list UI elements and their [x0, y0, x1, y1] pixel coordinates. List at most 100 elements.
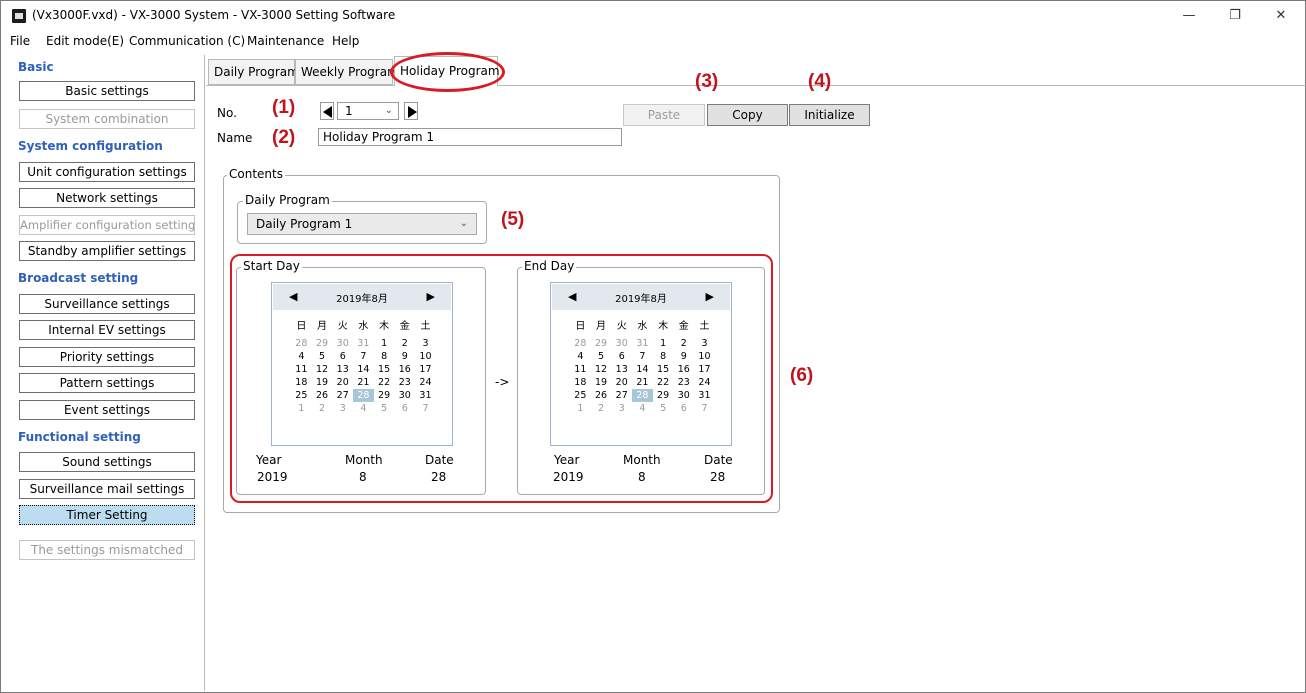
- calendar-day[interactable]: 25: [291, 389, 312, 402]
- calendar-day[interactable]: 1: [570, 402, 591, 415]
- sidebar-item-timer-setting[interactable]: Timer Setting: [19, 505, 195, 525]
- calendar-day[interactable]: 9: [673, 350, 694, 363]
- sidebar-item-pattern-settings[interactable]: Pattern settings: [19, 373, 195, 393]
- calendar-day[interactable]: 5: [591, 350, 612, 363]
- calendar-day[interactable]: 16: [394, 363, 415, 376]
- calendar-day[interactable]: 28: [570, 337, 591, 350]
- tab-daily-program[interactable]: Daily Program: [208, 59, 299, 85]
- sidebar-item-sound-settings[interactable]: Sound settings: [19, 452, 195, 472]
- calendar-day[interactable]: 14: [632, 363, 653, 376]
- calendar-day[interactable]: 31: [694, 389, 715, 402]
- calendar-day[interactable]: 29: [591, 337, 612, 350]
- calendar-day[interactable]: 28: [353, 389, 374, 402]
- sidebar-item-standby-amplifier[interactable]: Standby amplifier settings: [19, 241, 195, 261]
- calendar-day[interactable]: 27: [332, 389, 353, 402]
- sidebar-item-unit-configuration[interactable]: Unit configuration settings: [19, 162, 195, 182]
- calendar-day[interactable]: 4: [570, 350, 591, 363]
- calendar-day[interactable]: 31: [415, 389, 436, 402]
- sidebar-item-priority-settings[interactable]: Priority settings: [19, 347, 195, 367]
- calendar-next-icon[interactable]: ▶: [427, 290, 435, 303]
- calendar-day[interactable]: 27: [611, 389, 632, 402]
- calendar-day[interactable]: 11: [570, 363, 591, 376]
- calendar-month-title[interactable]: 2019年8月: [552, 290, 730, 305]
- sidebar-item-basic-settings[interactable]: Basic settings: [19, 81, 195, 101]
- calendar-day[interactable]: 28: [632, 389, 653, 402]
- calendar-day[interactable]: 5: [374, 402, 395, 415]
- sidebar-item-event-settings[interactable]: Event settings: [19, 400, 195, 420]
- calendar-day[interactable]: 1: [291, 402, 312, 415]
- calendar-day[interactable]: 18: [570, 376, 591, 389]
- calendar-day[interactable]: 7: [353, 350, 374, 363]
- calendar-day[interactable]: 15: [374, 363, 395, 376]
- calendar-day[interactable]: 2: [673, 337, 694, 350]
- calendar-day[interactable]: 8: [653, 350, 674, 363]
- calendar-day[interactable]: 21: [353, 376, 374, 389]
- calendar-day[interactable]: 31: [353, 337, 374, 350]
- calendar-day[interactable]: 7: [632, 350, 653, 363]
- calendar-day[interactable]: 2: [394, 337, 415, 350]
- calendar-day[interactable]: 20: [332, 376, 353, 389]
- calendar-day[interactable]: 5: [653, 402, 674, 415]
- calendar-day[interactable]: 8: [374, 350, 395, 363]
- calendar-day[interactable]: 20: [611, 376, 632, 389]
- initialize-button[interactable]: Initialize: [789, 104, 870, 126]
- sidebar-item-internal-ev-settings[interactable]: Internal EV settings: [19, 320, 195, 340]
- paste-button[interactable]: Paste: [623, 104, 705, 126]
- menu-help[interactable]: Help: [332, 34, 359, 48]
- calendar-day[interactable]: 13: [611, 363, 632, 376]
- calendar-day[interactable]: 24: [694, 376, 715, 389]
- calendar-day[interactable]: 15: [653, 363, 674, 376]
- calendar-day[interactable]: 3: [415, 337, 436, 350]
- calendar-day[interactable]: 28: [291, 337, 312, 350]
- calendar-day[interactable]: 4: [632, 402, 653, 415]
- sidebar-item-surveillance-mail[interactable]: Surveillance mail settings: [19, 479, 195, 499]
- calendar-day[interactable]: 31: [632, 337, 653, 350]
- minimize-button[interactable]: —: [1166, 1, 1212, 31]
- calendar-day[interactable]: 13: [332, 363, 353, 376]
- calendar-day[interactable]: 21: [632, 376, 653, 389]
- calendar-day[interactable]: 2: [591, 402, 612, 415]
- calendar-day[interactable]: 30: [611, 337, 632, 350]
- calendar-day[interactable]: 18: [291, 376, 312, 389]
- calendar-day[interactable]: 3: [332, 402, 353, 415]
- calendar-next-icon[interactable]: ▶: [706, 290, 714, 303]
- calendar-day[interactable]: 6: [673, 402, 694, 415]
- calendar-day[interactable]: 1: [653, 337, 674, 350]
- calendar-day[interactable]: 7: [415, 402, 436, 415]
- calendar-day[interactable]: 1: [374, 337, 395, 350]
- calendar-day[interactable]: 10: [415, 350, 436, 363]
- calendar-day[interactable]: 2: [312, 402, 333, 415]
- calendar-day[interactable]: 26: [591, 389, 612, 402]
- menu-file[interactable]: File: [10, 34, 30, 48]
- calendar-day[interactable]: 17: [694, 363, 715, 376]
- calendar-day[interactable]: 7: [694, 402, 715, 415]
- copy-button[interactable]: Copy: [707, 104, 788, 126]
- calendar-day[interactable]: 14: [353, 363, 374, 376]
- calendar-day[interactable]: 3: [694, 337, 715, 350]
- calendar-day[interactable]: 6: [332, 350, 353, 363]
- calendar-day[interactable]: 22: [653, 376, 674, 389]
- sidebar-item-surveillance-settings[interactable]: Surveillance settings: [19, 294, 195, 314]
- prev-program-button[interactable]: [320, 102, 334, 120]
- calendar-day[interactable]: 23: [673, 376, 694, 389]
- sidebar-item-network-settings[interactable]: Network settings: [19, 188, 195, 208]
- menu-communication[interactable]: Communication (C): [129, 34, 245, 48]
- calendar-day[interactable]: 29: [312, 337, 333, 350]
- calendar-day[interactable]: 11: [291, 363, 312, 376]
- program-number-select[interactable]: 1 ⌄: [337, 102, 399, 120]
- sidebar-item-system-combination[interactable]: System combination: [19, 109, 195, 129]
- calendar-day[interactable]: 10: [694, 350, 715, 363]
- menu-edit-mode[interactable]: Edit mode(E): [46, 34, 124, 48]
- calendar-day[interactable]: 4: [291, 350, 312, 363]
- maximize-button[interactable]: ❐: [1212, 1, 1258, 31]
- calendar-day[interactable]: 9: [394, 350, 415, 363]
- sidebar-item-amplifier-configuration[interactable]: Amplifier configuration settings: [19, 215, 195, 235]
- tab-weekly-program[interactable]: Weekly Program: [295, 59, 399, 85]
- calendar-day[interactable]: 23: [394, 376, 415, 389]
- calendar-day[interactable]: 4: [353, 402, 374, 415]
- calendar-day[interactable]: 16: [673, 363, 694, 376]
- calendar-day[interactable]: 29: [653, 389, 674, 402]
- calendar-day[interactable]: 24: [415, 376, 436, 389]
- next-program-button[interactable]: [404, 102, 418, 120]
- calendar-day[interactable]: 19: [591, 376, 612, 389]
